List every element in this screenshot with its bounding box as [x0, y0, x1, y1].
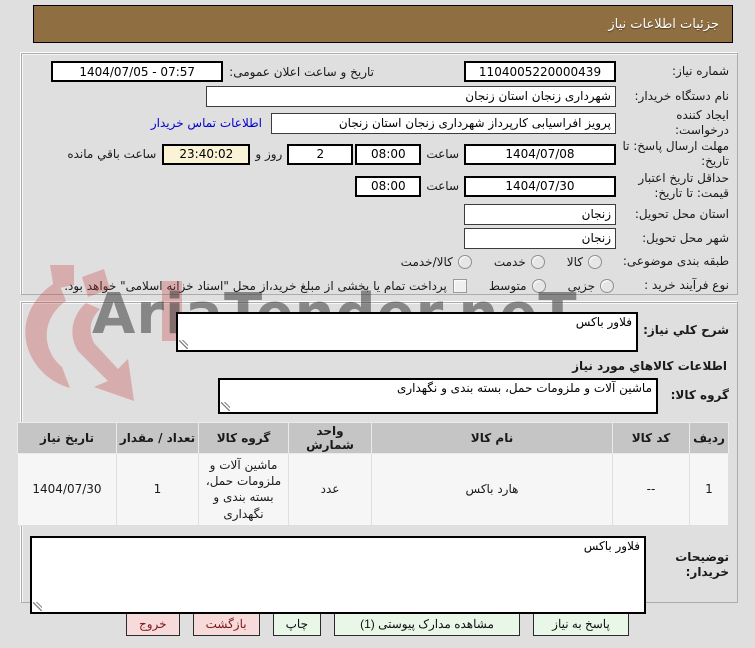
cell-item-name: هارد باکس: [371, 453, 613, 526]
delivery-city-label: شهر محل تحویل:: [642, 230, 729, 245]
subject-class-row: طبقه بندی موضوعی: کالا خدمت کالا/خدمت: [30, 250, 729, 273]
goods-table-row: 1 -- هارد باکس عدد ماشین آلات و ملزومات …: [17, 453, 729, 526]
col-need-date: تاریخ نیاز: [17, 422, 117, 454]
col-item-name: نام کالا: [371, 422, 613, 454]
remaining-days-label: روز و: [255, 147, 283, 161]
cell-need-date: 1404/07/30: [17, 453, 117, 526]
reply-deadline-hour-label: ساعت: [426, 147, 459, 161]
need-desc-label: شرح کلي نیاز:: [643, 323, 729, 337]
goods-group-label: گروه کالا:: [670, 388, 729, 402]
price-validity-label: حداقل تاریخ اعتبار قیمت: تا تاریخ:: [638, 171, 729, 200]
goods-group-textarea[interactable]: ماشین آلات و ملزومات حمل، بسته بندی و نگ…: [218, 378, 658, 414]
radio-goods[interactable]: [588, 254, 602, 269]
price-validity-row: حداقل تاریخ اعتبار قیمت: تا تاریخ: ساعت: [30, 170, 729, 202]
back-button[interactable]: بازگشت: [192, 611, 260, 636]
radio-medium-label: متوسط: [488, 278, 527, 293]
need-number-label: شماره نیاز:: [672, 64, 729, 78]
goods-section-header: اطلاعات کالاهاي مورد نیاز: [572, 359, 727, 373]
buyer-notes-label: توضیحات خریدار:: [675, 549, 729, 580]
reply-deadline-date-input[interactable]: [464, 143, 616, 165]
announce-datetime-label: تاریخ و ساعت اعلان عمومی:: [229, 64, 374, 79]
announce-datetime-input[interactable]: [51, 61, 224, 82]
treasury-checkbox[interactable]: [452, 278, 467, 293]
goods-group-row: گروه کالا: ماشین آلات و ملزومات حمل، بست…: [30, 378, 729, 414]
delivery-city-input[interactable]: [464, 227, 616, 249]
exit-button[interactable]: خروج: [126, 611, 180, 636]
delivery-province-row: استان محل تحویل:: [30, 202, 729, 226]
cell-unit: عدد: [288, 453, 372, 526]
radio-minor-label: جزیی: [567, 278, 595, 293]
reply-deadline-hour-input[interactable]: [355, 143, 422, 165]
radio-service-label: خدمت: [493, 254, 526, 269]
resize-handle[interactable]: [221, 402, 230, 411]
subject-class-label: طبقه بندی موضوعی:: [622, 254, 729, 268]
buyer-org-input[interactable]: [206, 85, 616, 107]
goods-info-groupbox: شرح کلي نیاز: فلاور باکس اطلاعات کالاهاي…: [17, 302, 738, 614]
request-creator-row: ایجاد کننده درخواست: اطلاعات تماس خریدار: [30, 108, 729, 138]
col-item-code: کد کالا: [612, 422, 690, 454]
treasury-note: پرداخت تمام یا بخشی از مبلغ خرید،از محل …: [64, 278, 447, 293]
buyer-notes-textarea[interactable]: فلاور باکس: [30, 535, 646, 614]
remaining-hours-label: ساعت باقي مانده: [67, 147, 157, 161]
col-row-index: ردیف: [689, 422, 729, 454]
col-group: گروه کالا: [198, 422, 289, 454]
request-creator-input[interactable]: [271, 112, 616, 134]
buyer-org-label: نام دستگاه خریدار:: [634, 88, 730, 103]
radio-goods-service-label: کالا/خدمت: [400, 254, 453, 269]
reply-deadline-row: مهلت ارسال پاسخ: تا تاریخ: ساعت روز و سا…: [30, 138, 729, 170]
page-title: جزئیات اطلاعات نیاز: [608, 16, 719, 32]
need-desc-textarea[interactable]: فلاور باکس: [176, 312, 638, 352]
buyer-org-row: نام دستگاه خریدار:: [30, 84, 729, 108]
action-buttons-bar: پاسخ به نیاز مشاهده مدارک پیوستی (1) چاپ…: [0, 611, 755, 636]
need-number-row: شماره نیاز: تاریخ و ساعت اعلان عمومی:: [30, 59, 729, 84]
cell-quantity: 1: [116, 453, 199, 526]
cell-row-index: 1: [689, 453, 729, 526]
need-info-groupbox: شماره نیاز: تاریخ و ساعت اعلان عمومی: نا…: [21, 53, 738, 295]
price-validity-date-input[interactable]: [464, 175, 616, 197]
delivery-province-input[interactable]: [464, 203, 616, 225]
purchase-process-label: نوع فرآیند خرید :: [644, 278, 729, 292]
remaining-days-input[interactable]: [287, 143, 354, 165]
purchase-process-row: نوع فرآیند خرید : جزیی متوسط پرداخت تمام…: [30, 273, 729, 298]
radio-goods-label: کالا: [566, 254, 583, 269]
need-number-input[interactable]: [464, 61, 616, 82]
radio-goods-service[interactable]: [457, 254, 472, 269]
reply-deadline-label: مهلت ارسال پاسخ: تا تاریخ:: [622, 139, 729, 168]
delivery-province-label: استان محل تحویل:: [634, 206, 729, 221]
delivery-city-row: شهر محل تحویل:: [30, 226, 729, 250]
resize-handle[interactable]: [33, 601, 42, 611]
print-button[interactable]: چاپ: [272, 611, 321, 636]
page-title-bar: جزئیات اطلاعات نیاز: [33, 5, 733, 43]
goods-table: ردیف کد کالا نام کالا واحد شمارش گروه کا…: [17, 422, 729, 526]
price-validity-hour-input[interactable]: [355, 175, 422, 197]
price-validity-hour-label: ساعت: [426, 179, 459, 193]
reply-to-need-button[interactable]: پاسخ به نیاز: [532, 611, 629, 636]
col-unit: واحد شمارش: [288, 422, 372, 454]
cell-item-code: --: [612, 453, 690, 526]
col-quantity: تعداد / مقدار: [116, 422, 199, 454]
goods-table-header-row: ردیف کد کالا نام کالا واحد شمارش گروه کا…: [17, 422, 729, 454]
radio-service[interactable]: [530, 254, 545, 269]
buyer-contact-link[interactable]: اطلاعات تماس خریدار: [151, 116, 262, 130]
cell-group: ماشین آلات و ملزومات حمل، بسته بندی و نگ…: [198, 453, 289, 526]
countdown-timer: [162, 143, 251, 165]
buyer-notes-row: توضیحات خریدار: فلاور باکس: [30, 535, 729, 614]
need-desc-row: شرح کلي نیاز: فلاور باکس: [30, 312, 729, 352]
resize-handle[interactable]: [179, 340, 188, 349]
radio-medium[interactable]: [531, 278, 546, 293]
radio-minor[interactable]: [600, 278, 614, 293]
view-attachments-button[interactable]: مشاهده مدارک پیوستی (1): [333, 611, 520, 636]
request-creator-label: ایجاد کننده درخواست:: [675, 108, 729, 137]
